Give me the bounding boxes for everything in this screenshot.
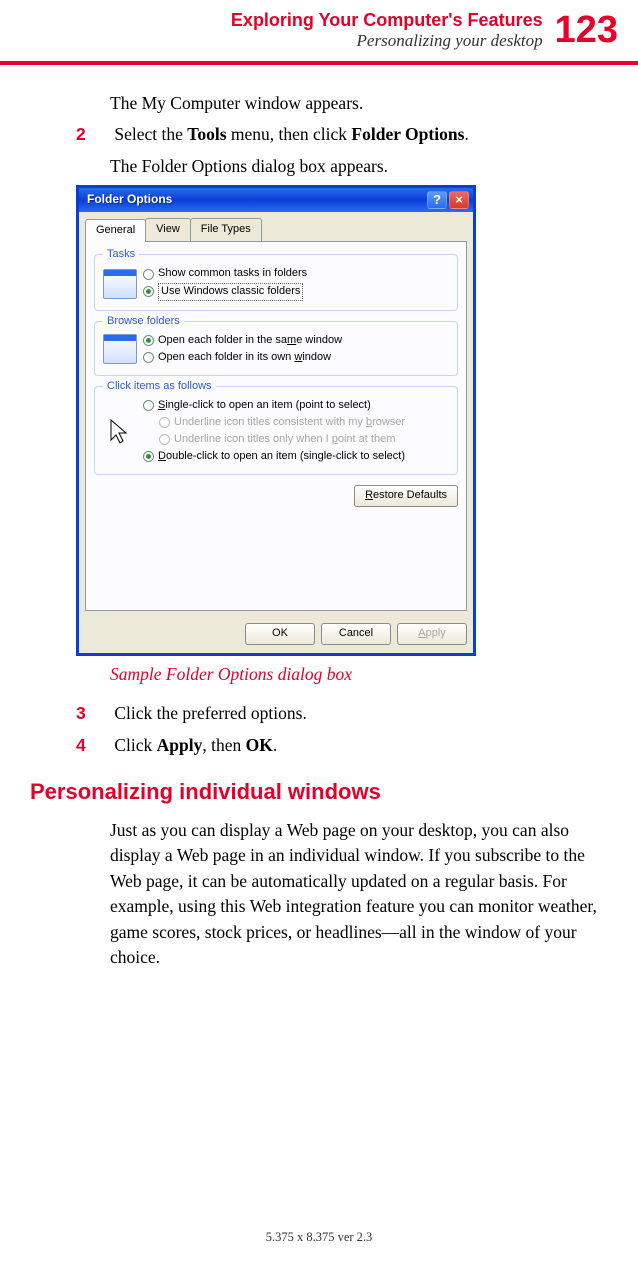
section-subtitle: Personalizing your desktop bbox=[231, 31, 543, 51]
group-legend: Tasks bbox=[103, 247, 139, 263]
radio-own-window[interactable] bbox=[143, 352, 154, 363]
step-2: 2 Select the Tools menu, then click Fold… bbox=[110, 122, 618, 147]
folder-icon bbox=[103, 269, 137, 299]
ok-button[interactable]: OK bbox=[245, 623, 315, 645]
tab-view[interactable]: View bbox=[145, 218, 191, 241]
titlebar[interactable]: Folder Options ? × bbox=[79, 188, 473, 212]
figure-caption: Sample Folder Options dialog box bbox=[110, 662, 618, 687]
step-text: Click Apply, then OK. bbox=[114, 735, 277, 755]
radio-same-window[interactable] bbox=[143, 335, 154, 346]
step-number: 3 bbox=[76, 701, 100, 726]
section-heading: Personalizing individual windows bbox=[30, 776, 618, 808]
help-button[interactable]: ? bbox=[427, 191, 447, 209]
radio-double-click[interactable] bbox=[143, 451, 154, 462]
footer-text: 5.375 x 8.375 ver 2.3 bbox=[0, 1230, 638, 1245]
group-legend: Click items as follows bbox=[103, 379, 216, 395]
tab-general[interactable]: General bbox=[85, 219, 146, 242]
dialog-button-bar: OK Cancel Apply bbox=[79, 617, 473, 653]
radio-label: Double-click to open an item (single-cli… bbox=[158, 449, 405, 465]
step-text: Click the preferred options. bbox=[114, 703, 306, 723]
radio-common-tasks[interactable] bbox=[143, 269, 154, 280]
tab-file-types[interactable]: File Types bbox=[190, 218, 262, 241]
tab-panel-general: Tasks Show common tasks in folders Use W… bbox=[85, 241, 467, 611]
radio-label: Open each folder in the same window bbox=[158, 333, 342, 349]
folder-icon bbox=[103, 334, 137, 364]
step-number: 2 bbox=[76, 122, 100, 147]
radio-label: Use Windows classic folders bbox=[158, 283, 303, 301]
page-number: 123 bbox=[555, 10, 618, 50]
content-body: The My Computer window appears. 2 Select… bbox=[0, 65, 638, 970]
step-text: Select the Tools menu, then click Folder… bbox=[114, 124, 468, 144]
radio-label: Single-click to open an item (point to s… bbox=[158, 398, 371, 414]
group-tasks: Tasks Show common tasks in folders Use W… bbox=[94, 254, 458, 311]
radio-classic-folders[interactable] bbox=[143, 286, 154, 297]
restore-defaults-button[interactable]: Restore Defaults bbox=[354, 485, 458, 507]
close-button[interactable]: × bbox=[449, 191, 469, 209]
group-legend: Browse folders bbox=[103, 314, 184, 330]
page-header: Exploring Your Computer's Features Perso… bbox=[0, 0, 638, 51]
step-number: 4 bbox=[76, 733, 100, 758]
radio-underline-point bbox=[159, 434, 170, 445]
group-browse-folders: Browse folders Open each folder in the s… bbox=[94, 321, 458, 376]
radio-single-click[interactable] bbox=[143, 400, 154, 411]
radio-label: Underline icon titles consistent with my… bbox=[174, 415, 405, 431]
cancel-button[interactable]: Cancel bbox=[321, 623, 391, 645]
paragraph: The My Computer window appears. bbox=[110, 91, 618, 116]
chapter-title: Exploring Your Computer's Features bbox=[231, 10, 543, 31]
cursor-icon bbox=[103, 416, 137, 446]
radio-underline-browser bbox=[159, 417, 170, 428]
paragraph: The Folder Options dialog box appears. bbox=[110, 154, 618, 179]
group-click-items: Click items as follows Single-click to o… bbox=[94, 386, 458, 475]
radio-label: Show common tasks in folders bbox=[158, 266, 307, 282]
step-4: 4 Click Apply, then OK. bbox=[110, 733, 618, 758]
dialog-title: Folder Options bbox=[87, 191, 427, 208]
radio-label: Underline icon titles only when I point … bbox=[174, 432, 395, 448]
step-3: 3 Click the preferred options. bbox=[110, 701, 618, 726]
apply-button[interactable]: Apply bbox=[397, 623, 467, 645]
folder-options-dialog: Folder Options ? × General View File Typ… bbox=[76, 185, 476, 656]
radio-label: Open each folder in its own window bbox=[158, 350, 331, 366]
tab-strip: General View File Types bbox=[79, 212, 473, 241]
paragraph: Just as you can display a Web page on yo… bbox=[110, 818, 618, 970]
